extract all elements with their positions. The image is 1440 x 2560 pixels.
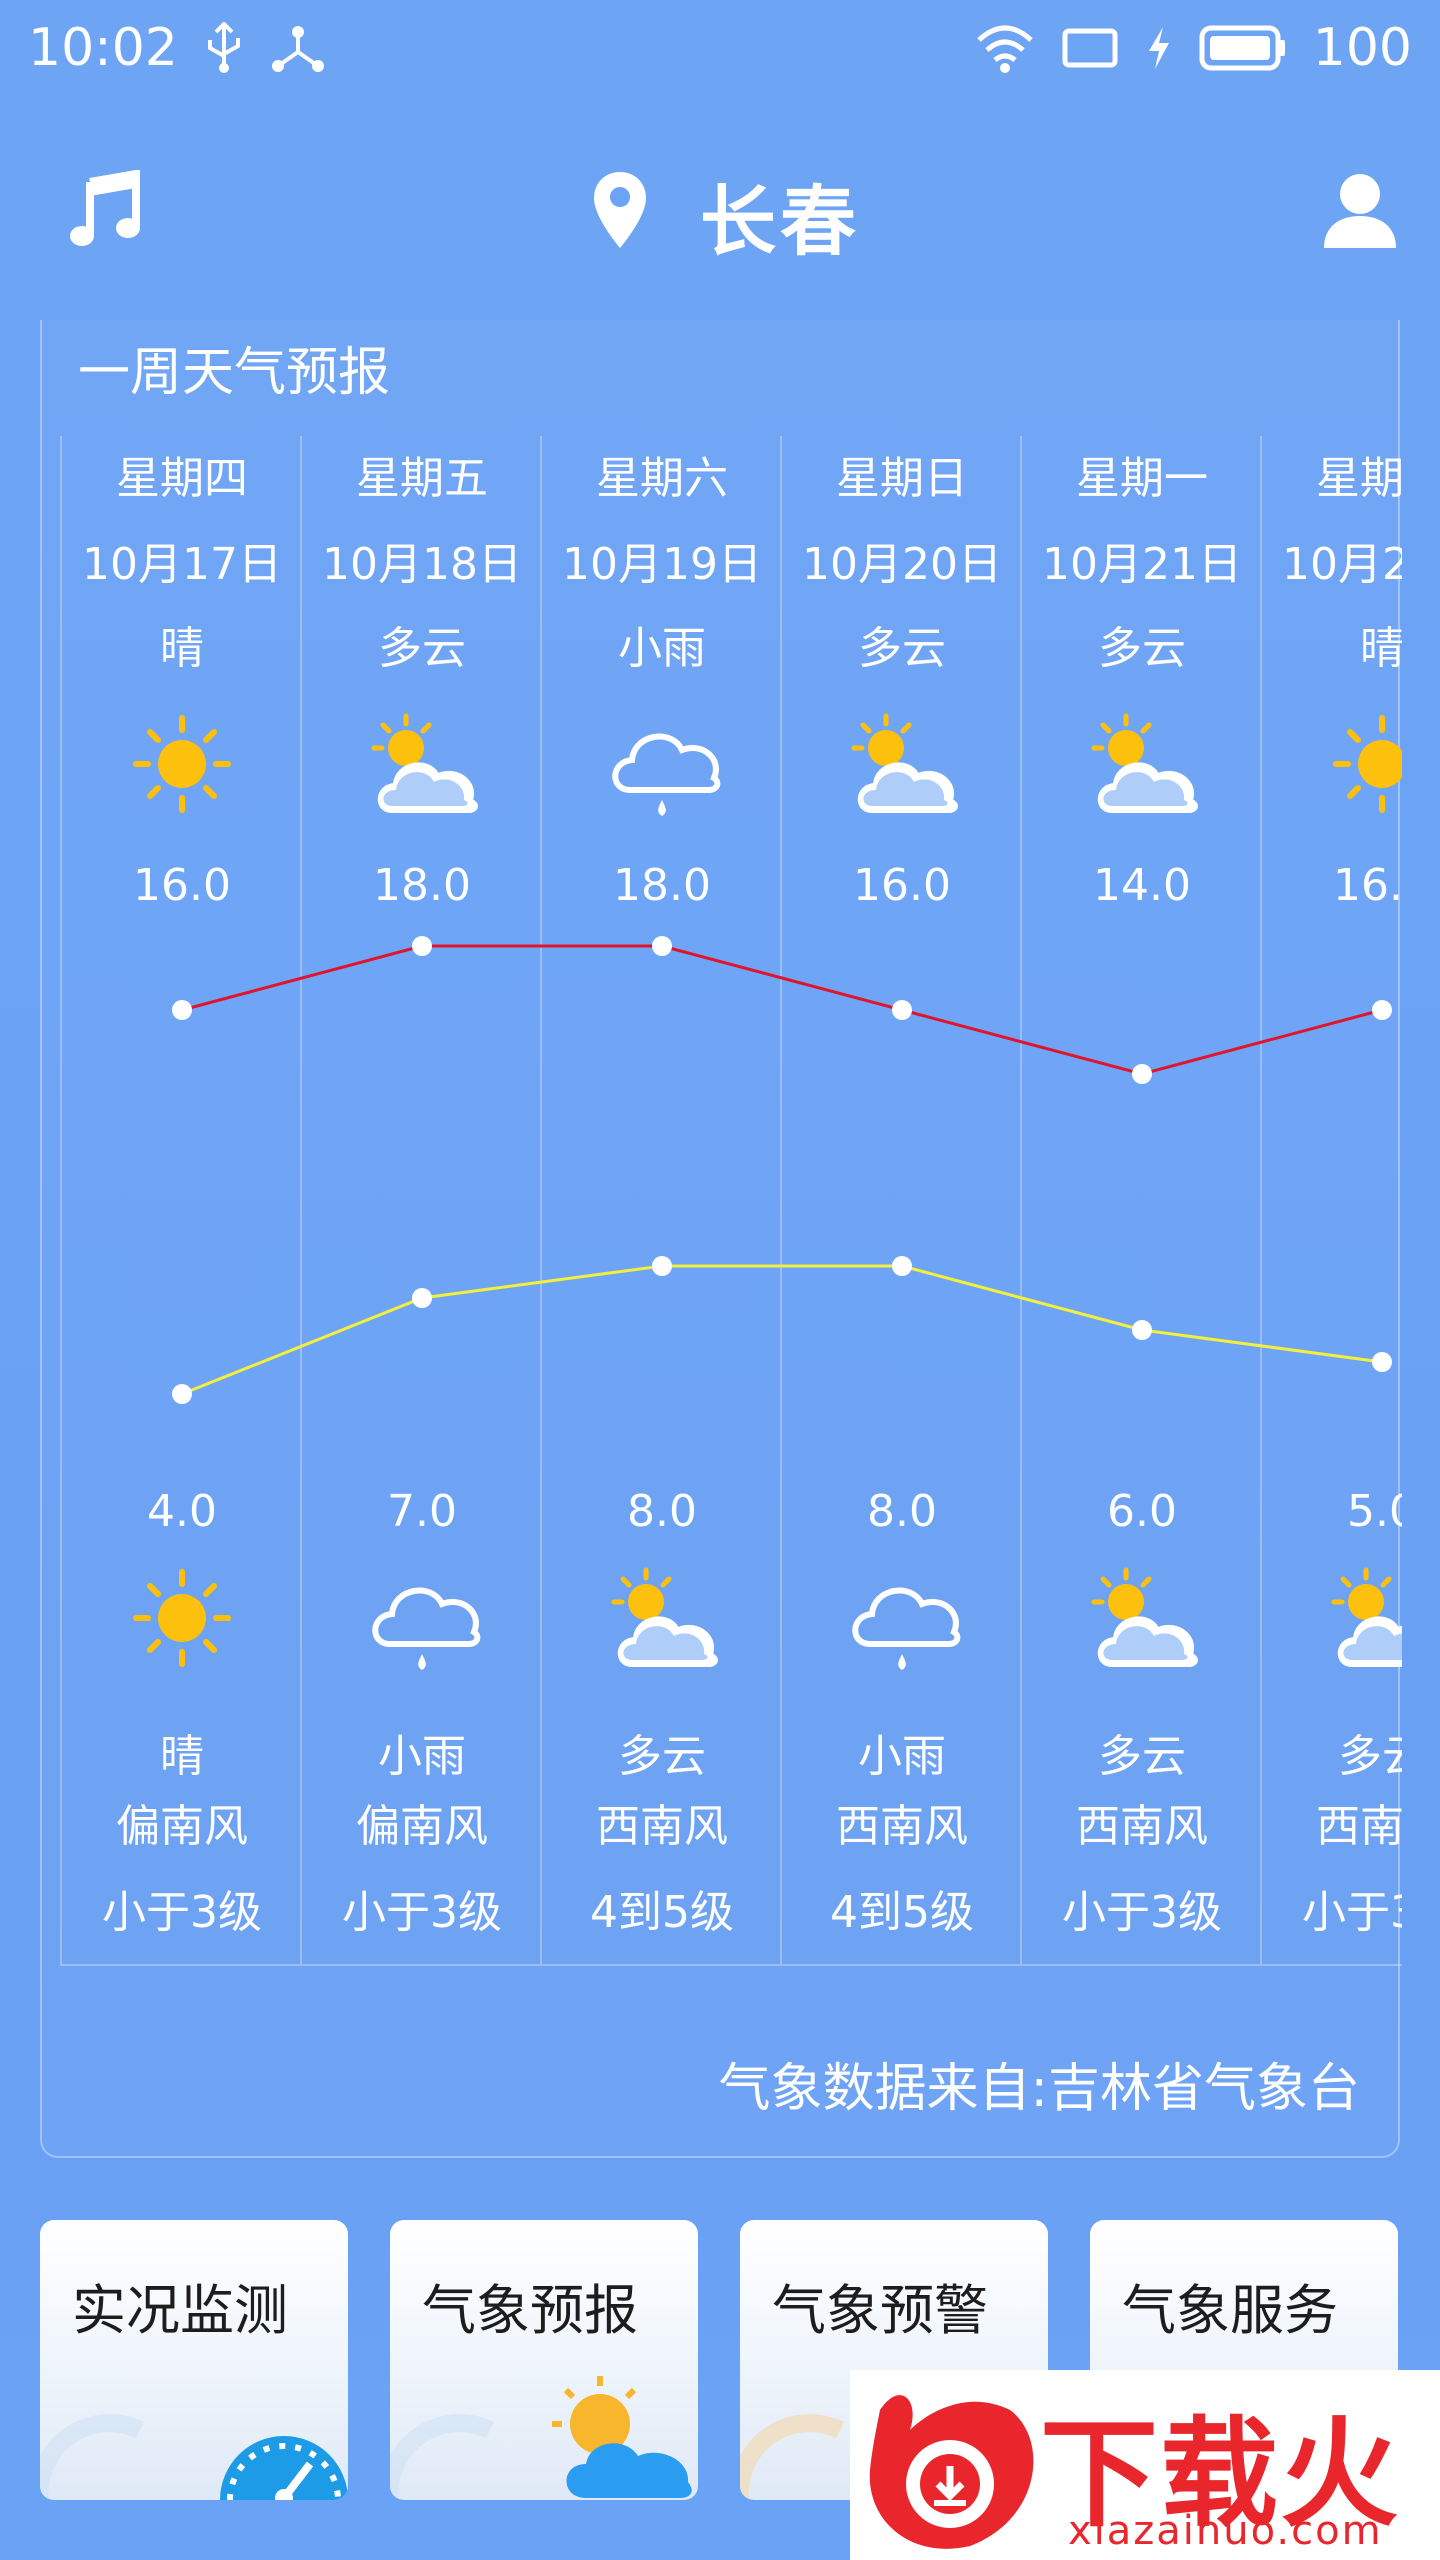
card-label: 气象预警 — [772, 2279, 988, 2342]
high-temperature-point — [1132, 1064, 1152, 1084]
card-live-monitoring[interactable]: 实况监测 — [40, 2220, 348, 2500]
low-temperature-point — [652, 1256, 672, 1276]
card-weather-forecast[interactable]: 气象预报 — [390, 2220, 698, 2500]
low-temperature-point — [892, 1256, 912, 1276]
battery-level: 100 — [1312, 18, 1412, 78]
speedometer-icon — [40, 2414, 348, 2500]
app-header: 长春 — [0, 130, 1440, 280]
city-name[interactable]: 长春 — [700, 160, 860, 270]
low-temperature-point — [412, 1288, 432, 1308]
location-pin-icon — [594, 172, 646, 248]
wifi-icon — [977, 25, 1033, 73]
forecast-grid[interactable]: 星期二10月22日晴16.05.0多云西南风小于3级星期一10月21日多云14.… — [60, 436, 1402, 1966]
watermark-logo: 下载火 xiazaihuo.com — [850, 2370, 1440, 2560]
partly-cloudy-icon — [390, 2376, 692, 2500]
card-label: 实况监测 — [72, 2279, 288, 2342]
high-temperature-point — [652, 936, 672, 956]
status-bar: 10:02 100 — [0, 0, 1440, 96]
low-temperature-point — [1372, 1352, 1392, 1372]
panel-title: 一周天气预报 — [78, 343, 391, 403]
high-temperature-point — [892, 1000, 912, 1020]
battery-icon — [1199, 25, 1285, 71]
low-temperature-line — [181, 1264, 1383, 1396]
high-temperature-line — [181, 944, 1383, 1076]
screen-rotate-icon — [1062, 28, 1118, 68]
watermark-url: xiazaihuo.com — [1068, 2508, 1383, 2554]
temperature-trend-chart — [172, 936, 1392, 1404]
card-label: 气象预报 — [422, 2279, 638, 2342]
high-temperature-point — [172, 1000, 192, 1020]
high-temperature-point — [412, 936, 432, 956]
low-temperature-point — [1132, 1320, 1152, 1340]
high-temperature-point — [1372, 1000, 1392, 1020]
card-label: 气象服务 — [1122, 2279, 1338, 2342]
usb-icon — [207, 22, 240, 73]
share-icon — [271, 26, 324, 72]
user-icon[interactable] — [1320, 170, 1400, 250]
status-time: 10:02 — [28, 18, 178, 78]
low-temperature-point — [172, 1384, 192, 1404]
data-source-note: 气象数据来自:吉林省气象台 — [718, 2059, 1360, 2119]
charging-icon — [1148, 27, 1169, 69]
flame-logo-icon — [869, 2395, 1034, 2549]
music-icon[interactable] — [70, 170, 142, 250]
